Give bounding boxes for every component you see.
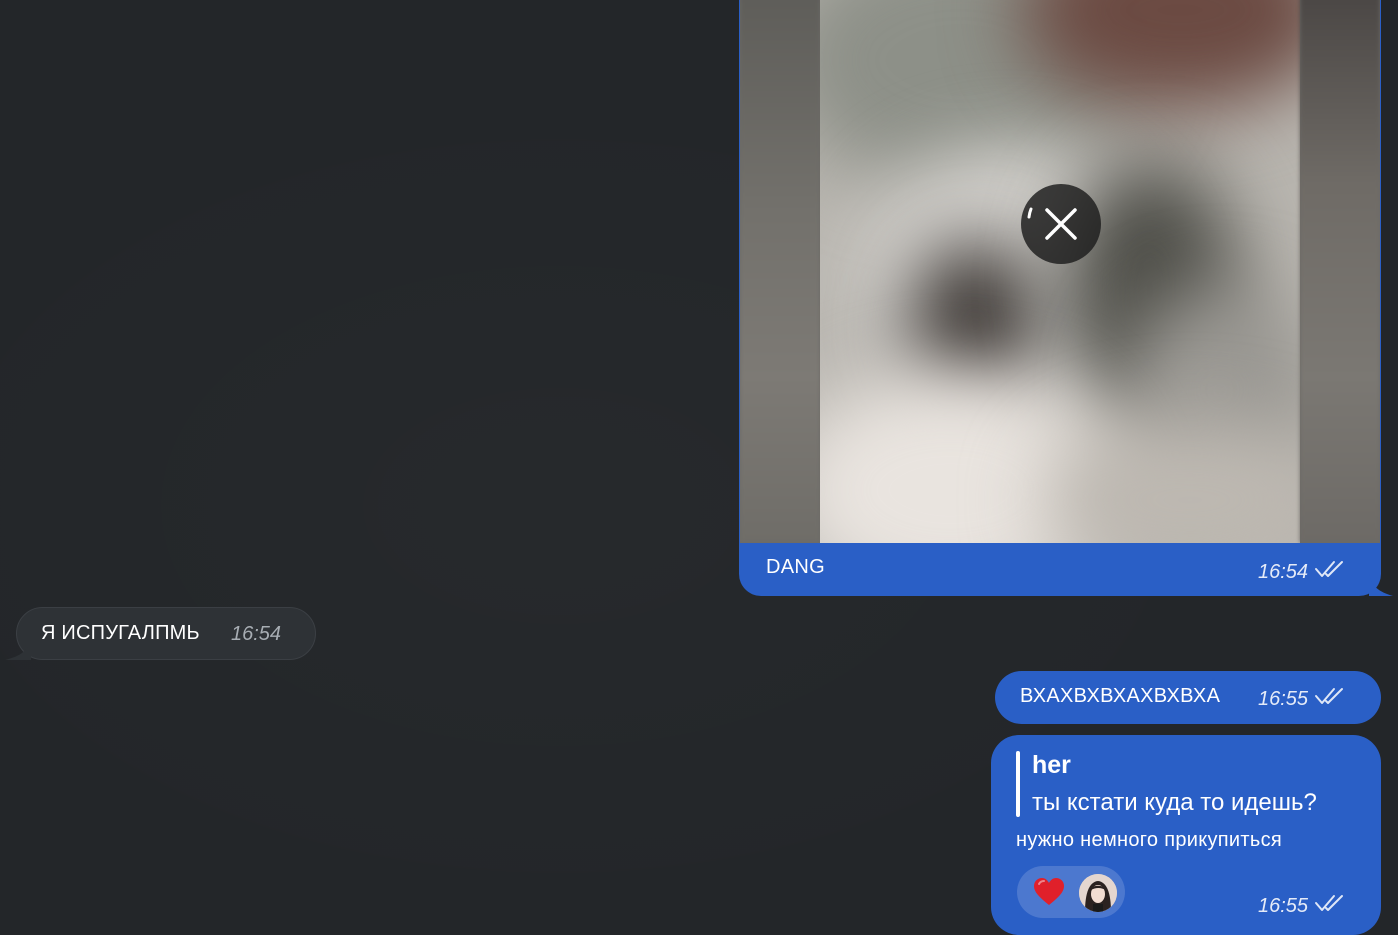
close-icon[interactable] <box>1021 184 1101 264</box>
reply-quote-author[interactable]: her <box>1032 751 1071 780</box>
message-text: Я ИСПУГАЛПМЬ <box>41 622 200 644</box>
double-check-icon <box>1314 686 1344 712</box>
message-text: ВХАХВХВХАХВХВХА <box>1020 685 1221 707</box>
message-time: 16:55 <box>1258 687 1309 710</box>
heart-icon <box>1033 877 1065 912</box>
spoiler-blurred-video[interactable] <box>820 0 1300 543</box>
message-time: 16:54 <box>1258 560 1309 583</box>
message-time: 16:54 <box>231 623 282 645</box>
double-check-icon <box>1314 559 1344 585</box>
message-text: нужно немного прикупиться <box>1016 829 1283 851</box>
outgoing-media-message[interactable]: DANG 16:54 <box>739 0 1381 596</box>
message-meta: 16:55 <box>1258 686 1344 712</box>
double-check-icon <box>1314 893 1344 919</box>
avatar[interactable] <box>1079 874 1117 912</box>
message-meta: 16:54 <box>1258 559 1344 585</box>
message-time: 16:55 <box>1258 894 1309 917</box>
reply-quote-text[interactable]: ты кстати куда то идешь? <box>1032 789 1317 817</box>
video-thumbnail[interactable] <box>740 0 1380 543</box>
outgoing-reply-message[interactable]: her ты кстати куда то идешь? нужно немно… <box>991 735 1381 935</box>
reaction-chip[interactable] <box>1017 866 1125 918</box>
outgoing-message[interactable]: ВХАХВХВХАХВХВХА 16:55 <box>995 671 1381 724</box>
video-blur-right-panel <box>1300 0 1380 543</box>
message-meta: 16:55 <box>1258 893 1344 919</box>
incoming-message[interactable]: Я ИСПУГАЛПМЬ 16:54 <box>16 607 316 660</box>
media-caption: DANG <box>766 556 825 578</box>
video-blur-left-panel <box>740 0 820 543</box>
reply-quote-bar <box>1016 751 1020 817</box>
